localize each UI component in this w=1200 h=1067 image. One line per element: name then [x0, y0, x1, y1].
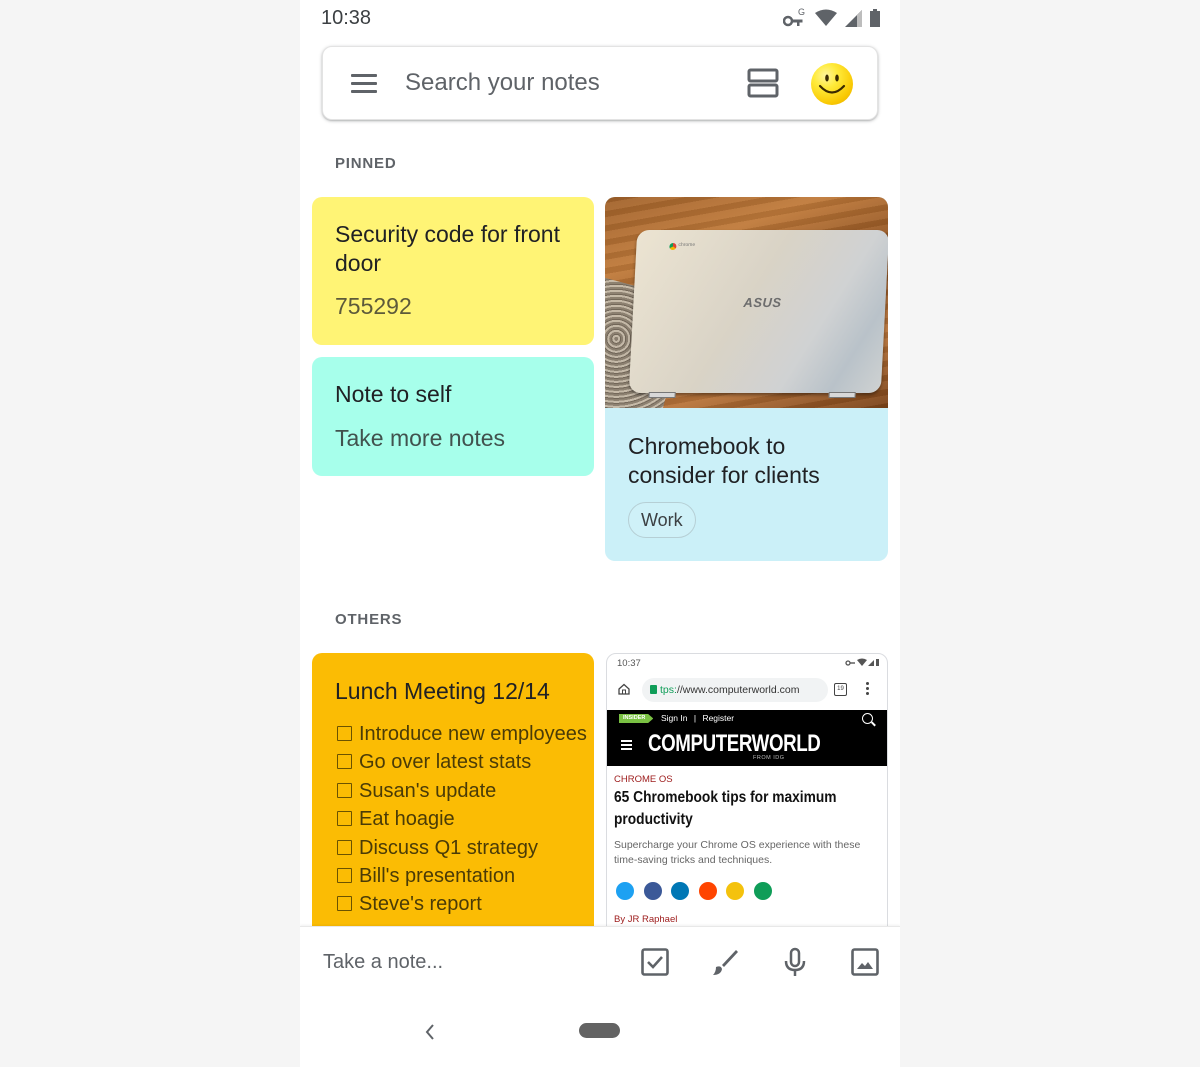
- note-title: Security code for front door: [335, 221, 560, 276]
- checklist-item: Introduce new employees: [337, 720, 587, 748]
- checklist-item-text: Bill's presentation: [359, 865, 516, 888]
- checklist-item: Susan's update: [337, 777, 587, 805]
- back-icon[interactable]: [420, 1022, 440, 1042]
- laptop-image: chrome ASUS: [628, 230, 888, 398]
- note-body: Take more notes: [335, 425, 506, 451]
- note-title: Chromebook to consider for clients: [628, 433, 820, 488]
- from-idg: FROM IDG: [753, 755, 785, 761]
- status-bar: 10:38 G: [300, 0, 900, 36]
- keep-app-screen: 10:38 G Search your notes PINNED Securit…: [300, 0, 900, 1067]
- computerworld-logo: COMPUTERWORLD: [648, 730, 821, 757]
- search-input[interactable]: Search your notes: [405, 69, 600, 97]
- hamburger-menu-icon[interactable]: [349, 71, 379, 95]
- wifi-icon: [815, 9, 837, 27]
- hinge: [828, 392, 856, 398]
- new-list-icon[interactable]: [640, 947, 670, 977]
- checklist: Introduce new employees Go over latest s…: [337, 720, 587, 919]
- lock-icon: [650, 685, 657, 694]
- drawing-icon[interactable]: [710, 947, 740, 977]
- note-body: 755292: [335, 293, 412, 319]
- checklist-item-text: Susan's update: [359, 779, 497, 802]
- asus-logo: ASUS: [743, 295, 782, 310]
- share-icons: [616, 882, 772, 900]
- site-menu-icon: [621, 740, 632, 752]
- note-card[interactable]: Note to self Take more notes: [312, 357, 594, 476]
- status-time: 10:38: [321, 7, 372, 29]
- insider-badge: INSIDER: [619, 714, 654, 723]
- svg-text:G: G: [798, 7, 805, 17]
- email-icon: [726, 882, 744, 900]
- checkbox[interactable]: [337, 782, 352, 798]
- screenshot-site-header: INSIDER Sign In | Register COMPUTERWORLD…: [607, 710, 887, 766]
- checkbox[interactable]: [337, 839, 352, 855]
- note-card[interactable]: chrome ASUS Chromebook to consider for c…: [605, 197, 888, 561]
- checklist-item: Eat hoagie: [337, 805, 587, 833]
- checklist-item: Go over latest stats: [337, 748, 587, 776]
- search-bar[interactable]: Search your notes: [322, 46, 878, 120]
- avatar[interactable]: [811, 63, 853, 105]
- checklist-item-text: Introduce new employees: [359, 723, 587, 745]
- note-card[interactable]: Lunch Meeting 12/14 Introduce new employ…: [312, 653, 594, 943]
- article-category: CHROME OS: [614, 774, 673, 785]
- pinned-section-label: PINNED: [335, 155, 397, 172]
- checklist-item-text: Steve's report: [359, 893, 482, 916]
- checklist-item-text: Eat hoagie: [359, 808, 455, 831]
- battery-icon: [870, 9, 880, 27]
- sign-in-register: Sign In | Register: [661, 713, 734, 723]
- home-icon: [618, 683, 630, 695]
- label-chip-work[interactable]: Work: [628, 502, 696, 538]
- url-scheme: tps:: [660, 684, 677, 696]
- more-options-icon: [866, 682, 869, 697]
- checkbox[interactable]: [337, 811, 352, 827]
- register-text: Register: [702, 713, 735, 723]
- checkbox[interactable]: [337, 896, 352, 912]
- view-agenda-icon[interactable]: [747, 68, 779, 98]
- checkbox[interactable]: [337, 868, 352, 884]
- checklist-item: Discuss Q1 strategy: [337, 834, 587, 862]
- vpn-key-icon: G: [783, 7, 807, 29]
- chrome-text: chrome: [678, 242, 696, 248]
- note-image: chrome ASUS: [605, 197, 888, 408]
- checklist-item: Bill's presentation: [337, 862, 587, 890]
- hinge: [648, 392, 676, 398]
- twitter-icon: [616, 882, 634, 900]
- checklist-item: Steve's report: [337, 890, 587, 918]
- bottom-bar: Take a note...: [300, 926, 900, 998]
- article-headline: 65 Chromebook tips for maximum productiv…: [614, 789, 837, 828]
- note-title: Note to self: [335, 381, 452, 407]
- screenshot-url-bar: tps://www.computerworld.com 19: [614, 676, 884, 704]
- chrome-logo-icon: [669, 243, 677, 250]
- article-byline: By JR Raphael: [614, 914, 678, 925]
- voice-note-icon[interactable]: [780, 947, 810, 977]
- article-dek: Supercharge your Chrome OS experience wi…: [614, 839, 861, 866]
- signal-icon: [845, 9, 862, 27]
- separator: |: [693, 713, 697, 723]
- others-section-label: OTHERS: [335, 611, 403, 628]
- checklist-item-text: Go over latest stats: [359, 751, 532, 774]
- image-note-icon[interactable]: [850, 947, 880, 977]
- url-host: //www.computerworld.com: [676, 684, 800, 696]
- linkedin-icon: [671, 882, 689, 900]
- screenshot-url: tps://www.computerworld.com: [642, 678, 828, 702]
- search-icon: [862, 713, 873, 724]
- print-icon: [753, 882, 772, 900]
- sign-in-text: Sign In: [661, 713, 688, 723]
- tab-count-icon: 19: [834, 683, 847, 696]
- take-note-input[interactable]: Take a note...: [323, 951, 443, 974]
- home-pill[interactable]: [579, 1023, 620, 1038]
- note-title: Lunch Meeting 12/14: [335, 678, 550, 704]
- system-nav-bar: [300, 998, 900, 1067]
- screenshot-status-icons: [845, 658, 879, 667]
- checkbox[interactable]: [337, 726, 352, 741]
- screenshot-status-time: 10:37: [617, 658, 641, 669]
- checkbox[interactable]: [337, 754, 352, 770]
- note-card-screenshot[interactable]: 10:37 tps://www.computerworld.com 19 INS…: [606, 653, 888, 943]
- facebook-icon: [643, 882, 662, 900]
- note-card[interactable]: Security code for front door 755292: [312, 197, 594, 345]
- checklist-item-text: Discuss Q1 strategy: [359, 836, 538, 859]
- status-icons: G: [783, 7, 880, 29]
- reddit-icon: [698, 882, 717, 900]
